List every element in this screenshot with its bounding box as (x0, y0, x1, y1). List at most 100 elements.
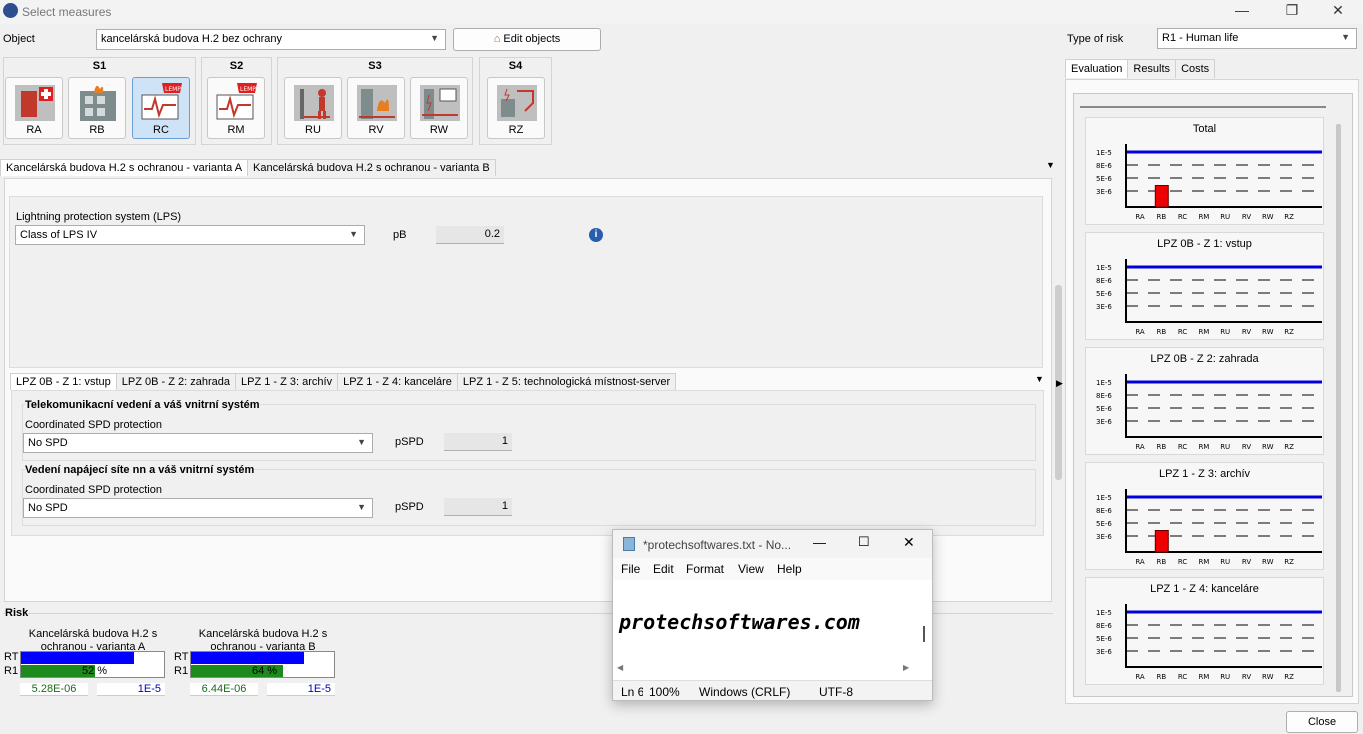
y-tick-label: 8E-6 (1096, 277, 1112, 285)
y-tick-label: 1E-5 (1096, 379, 1112, 387)
x-tick-label: RB (1156, 328, 1166, 336)
x-tick-label: RZ (1284, 443, 1294, 451)
zone-tabs: LPZ 0B - Z 1: vstup LPZ 0B - Z 2: zahrada… (10, 373, 677, 390)
fire-room-icon (357, 85, 397, 121)
y-tick-label: 5E-6 (1096, 520, 1112, 528)
lemp-monitor-icon: LEMP (216, 83, 257, 120)
x-tick-label: RB (1156, 443, 1166, 451)
x-tick-label: RV (1242, 558, 1251, 566)
y-tick-label: 5E-6 (1096, 635, 1112, 643)
y-tick-label: 8E-6 (1096, 622, 1112, 630)
x-tick-label: RW (1262, 558, 1274, 566)
scroll-right-icon[interactable]: ▶ (903, 663, 909, 672)
notepad-window: *protechsoftwares.txt - No... — ☐ ✕ File… (612, 529, 933, 701)
y-tick-label: 3E-6 (1096, 648, 1112, 656)
tab-zone-3[interactable]: LPZ 1 - Z 3: archív (234, 373, 339, 390)
tab-results[interactable]: Results (1127, 59, 1177, 78)
object-select[interactable]: kancelárská budova H.2 bez ochrany ▼ (96, 29, 446, 50)
close-button[interactable]: Close (1286, 711, 1358, 733)
x-tick-label: RC (1178, 213, 1188, 221)
close-icon[interactable]: ✕ (903, 534, 915, 551)
menu-file[interactable]: File (621, 562, 640, 576)
x-tick-label: RW (1262, 213, 1274, 221)
tab-zone-4[interactable]: LPZ 1 - Z 4: kanceláre (337, 373, 458, 390)
measure-rm-button[interactable]: LEMP RM (207, 77, 265, 139)
tab-evaluation[interactable]: Evaluation (1065, 59, 1129, 78)
x-tick-label: RZ (1284, 558, 1294, 566)
notepad-text[interactable]: protechsoftwares.com (619, 610, 860, 634)
minimize-icon[interactable]: — (813, 535, 826, 550)
risk-title: Risk (5, 607, 29, 619)
risk-a-limit: 1E-5 (97, 683, 165, 696)
internal-system-icon (497, 85, 537, 121)
pb-value: 0.2 (436, 226, 504, 244)
charts-scrollbar[interactable] (1336, 124, 1341, 692)
x-tick-label: RC (1178, 328, 1188, 336)
menu-view[interactable]: View (738, 562, 764, 576)
chart-bar (1154, 530, 1169, 553)
risk-b-percent: 64 % (252, 665, 278, 677)
measure-ra-label: RA (26, 124, 42, 136)
risk-type-select[interactable]: R1 - Human life ▼ (1157, 28, 1357, 49)
tab-costs[interactable]: Costs (1175, 59, 1216, 78)
chart-plot: 1E-5 8E-6 5E-6 3E-6 RA RB RC RM RU RV RW RZ (1096, 374, 1322, 451)
x-tick-label: RZ (1284, 673, 1294, 681)
menu-format[interactable]: Format (686, 562, 724, 576)
measure-ru-button[interactable]: RU (284, 77, 342, 139)
measure-rc-button[interactable]: LEMP RC (132, 77, 190, 139)
scroll-left-icon[interactable]: ◀ (617, 663, 623, 672)
menu-help[interactable]: Help (777, 562, 802, 576)
measure-rv-button[interactable]: RV (347, 77, 405, 139)
chevron-right-icon[interactable]: ▶ (1056, 378, 1063, 389)
x-tick-label: RZ (1284, 213, 1294, 221)
info-icon[interactable]: i (589, 228, 603, 242)
measure-rw-button[interactable]: RW (410, 77, 468, 139)
notepad-vscroll[interactable] (923, 626, 925, 642)
close-icon[interactable]: ✕ (1318, 2, 1358, 22)
pb-label: pB (393, 229, 407, 241)
maximize-icon[interactable]: ☐ (858, 534, 870, 550)
line-2-spd-select[interactable]: No SPD ▼ (23, 498, 373, 518)
x-tick-label: RA (1135, 673, 1145, 681)
status-encoding: UTF-8 (819, 685, 853, 699)
x-tick-label: RU (1220, 673, 1230, 681)
maximize-icon[interactable]: ❐ (1272, 2, 1312, 22)
measure-rb-button[interactable]: RB (68, 77, 126, 139)
y-tick-label: 1E-5 (1096, 264, 1112, 272)
charts-top-border (1080, 106, 1326, 108)
tab-variant-b[interactable]: Kancelárská budova H.2 s ochranou - vari… (247, 159, 496, 176)
tab-zone-5[interactable]: LPZ 1 - Z 5: technologická místnost-serv… (456, 373, 677, 390)
tab-zone-1[interactable]: LPZ 0B - Z 1: vstup (10, 373, 117, 390)
x-tick-label: RM (1198, 558, 1209, 566)
y-tick-label: 1E-5 (1096, 609, 1112, 617)
edit-objects-button[interactable]: ⌂ Edit objects (453, 28, 601, 51)
status-position: Ln 6 (621, 685, 643, 699)
line-1-pspd-value: 1 (444, 433, 512, 451)
x-tick-label: RB (1156, 673, 1166, 681)
title-bar: Select measures — ❐ ✕ (0, 0, 1363, 24)
tab-scroll-icon[interactable]: ▼ (1046, 160, 1055, 170)
x-tick-label: RW (1262, 443, 1274, 451)
x-tick-label: RV (1242, 328, 1251, 336)
notepad-icon (623, 537, 635, 551)
measure-rz-button[interactable]: RZ (487, 77, 545, 139)
lps-select[interactable]: Class of LPS IV ▼ (15, 225, 365, 245)
x-tick-label: RV (1242, 443, 1251, 451)
tab-variant-a[interactable]: Kancelárská budova H.2 s ochranou - vari… (0, 159, 249, 176)
chart-plot: 1E-5 8E-6 5E-6 3E-6 RA RB RC RM RU RV RW RZ (1096, 259, 1322, 336)
risk-a-bars: 52 % (20, 651, 165, 678)
x-tick-label: RC (1178, 673, 1188, 681)
minimize-icon[interactable]: — (1222, 2, 1262, 22)
x-tick-label: RC (1178, 443, 1188, 451)
risk-type-value: R1 - Human life (1162, 32, 1239, 44)
tab-zone-2[interactable]: LPZ 0B - Z 2: zahrada (115, 373, 236, 390)
y-tick-label: 5E-6 (1096, 405, 1112, 413)
menu-edit[interactable]: Edit (653, 562, 674, 576)
y-tick-label: 1E-5 (1096, 149, 1112, 157)
line-1-spd-select[interactable]: No SPD ▼ (23, 433, 373, 453)
status-zoom: 100% (649, 685, 680, 699)
y-tick-label: 3E-6 (1096, 188, 1112, 196)
tab-scroll-icon[interactable]: ▼ (1035, 374, 1044, 384)
measure-ra-button[interactable]: RA (5, 77, 63, 139)
risk-chart: LPZ 1 - Z 3: archív 1E-5 8E-6 5E-6 3E-6 RA RB R… (1085, 462, 1324, 570)
